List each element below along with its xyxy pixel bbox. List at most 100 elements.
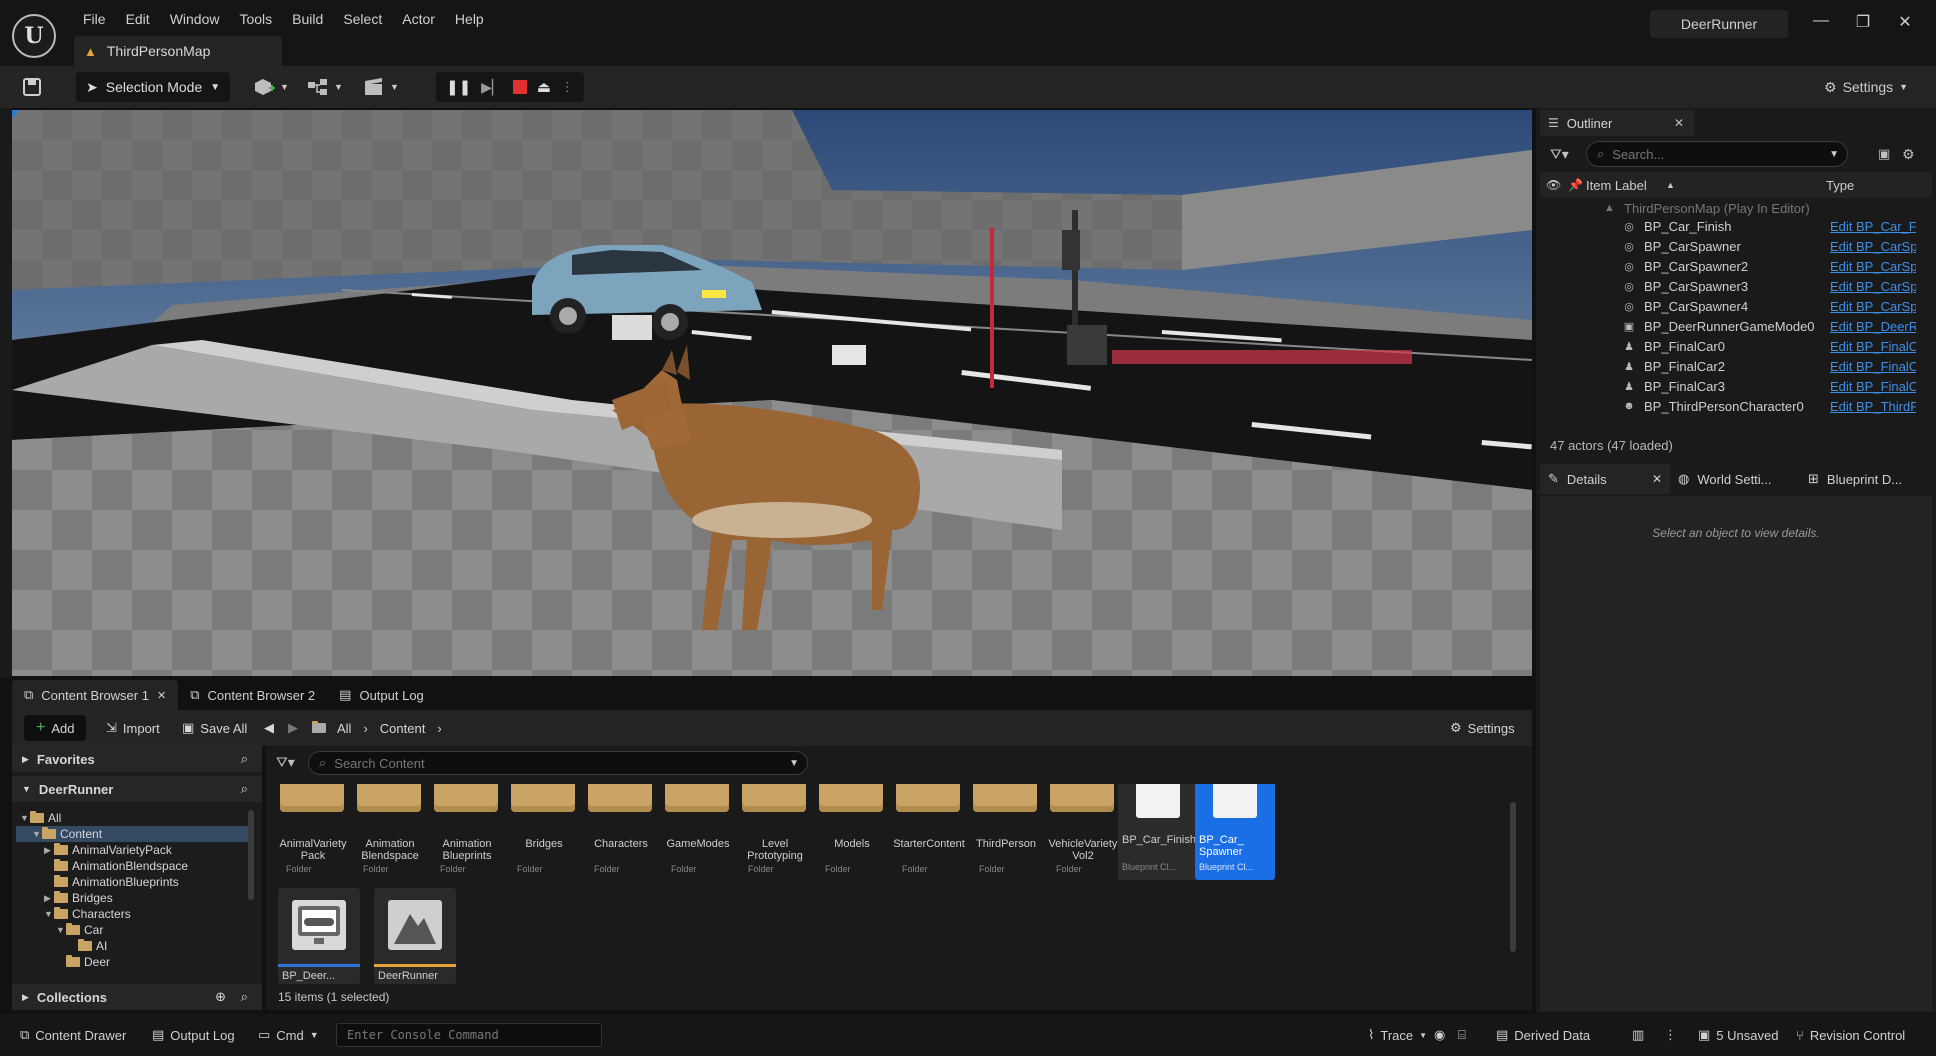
tab-world-settings[interactable]: ◍ World Setti...	[1670, 464, 1800, 494]
chevron-right-icon[interactable]: ▶	[44, 845, 54, 856]
blueprint-menu-button[interactable]: ▼	[306, 72, 343, 102]
blueprint-tile[interactable]: BP_Car_Finish Blueprint Cl...	[1118, 784, 1198, 880]
content-drawer-button[interactable]: ⧉ Content Drawer	[20, 1022, 126, 1048]
chevron-right-icon[interactable]: ▶	[44, 893, 54, 904]
stop-icon[interactable]	[512, 80, 527, 94]
eye-icon[interactable]: 👁	[1546, 178, 1561, 192]
add-collection-icon[interactable]: ⊕	[215, 989, 226, 1005]
unsaved-button[interactable]: ▣ 5 Unsaved	[1698, 1022, 1778, 1048]
tab-content-browser-1[interactable]: ⧉ Content Browser 1 ✕	[12, 680, 179, 710]
outliner-row-type-link[interactable]: Edit BP_CarSp	[1830, 279, 1916, 294]
outliner-row[interactable]: ◎ BP_Car_Finish Edit BP_Car_Fi	[1540, 216, 1920, 236]
menu-edit[interactable]: Edit	[117, 9, 159, 29]
more-options-icon[interactable]: ⋮	[561, 79, 574, 95]
close-icon[interactable]: ✕	[1652, 472, 1662, 486]
outliner-row[interactable]: ◎ BP_CarSpawner4 Edit BP_CarSp	[1540, 296, 1920, 316]
level-tab[interactable]: ▲ ThirdPersonMap	[74, 36, 282, 66]
outliner-root[interactable]: ▲ ThirdPersonMap (Play In Editor)	[1540, 200, 1920, 216]
search-icon[interactable]: ⌕	[241, 781, 248, 797]
outliner-row-type-link[interactable]: Edit BP_DeerR	[1830, 319, 1916, 334]
type-column[interactable]: Type	[1826, 178, 1854, 193]
asset-tile[interactable]: BP_Deer...	[278, 888, 360, 984]
outliner-row-type-link[interactable]: Edit BP_ThirdF	[1830, 399, 1916, 414]
filter-icon[interactable]: ⛛▾	[276, 754, 295, 771]
menu-select[interactable]: Select	[334, 9, 391, 29]
toolbar-settings-button[interactable]: ⚙ Settings ▼	[1824, 72, 1908, 102]
more-options-icon[interactable]: ⋮	[1664, 1022, 1677, 1048]
tab-blueprint-details[interactable]: ⊞ Blueprint D...	[1800, 464, 1930, 494]
pin-icon[interactable]: 📌	[1568, 178, 1583, 192]
folder-tile[interactable]: GameModes Folder	[659, 784, 737, 904]
outliner-tab[interactable]: ☰ Outliner ✕	[1540, 110, 1694, 136]
outliner-row[interactable]: ▣ BP_DeerRunnerGameMode0 Edit BP_DeerR	[1540, 316, 1920, 336]
menu-build[interactable]: Build	[283, 9, 332, 29]
chevron-right-icon[interactable]: ›	[437, 721, 441, 736]
outliner-row[interactable]: ◎ BP_CarSpawner3 Edit BP_CarSp	[1540, 276, 1920, 296]
outliner-row[interactable]: ◎ BP_CarSpawner Edit BP_CarSp	[1540, 236, 1920, 256]
history-back-icon[interactable]: ◀	[264, 715, 274, 741]
filter-icon[interactable]: ⛛▾	[1550, 146, 1569, 163]
outliner-row-type-link[interactable]: Edit BP_FinalC	[1830, 379, 1916, 394]
chevron-down-icon[interactable]: ▼	[32, 829, 42, 839]
source-control-graph-icon[interactable]: ▥	[1632, 1022, 1644, 1048]
outliner-row[interactable]: ♟ BP_FinalCar0 Edit BP_FinalC	[1540, 336, 1920, 356]
tree-node[interactable]: Deer	[16, 954, 252, 970]
item-label-column[interactable]: Item Label	[1586, 178, 1647, 193]
folder-tile[interactable]: Bridges Folder	[505, 784, 583, 904]
console-input[interactable]: Enter Console Command	[336, 1023, 602, 1047]
unreal-logo-icon[interactable]: U	[12, 14, 56, 58]
content-search-input[interactable]: ⌕ Search Content ▼	[308, 751, 808, 775]
folder-tile[interactable]: ThirdPerson Folder	[967, 784, 1045, 904]
folder-icon[interactable]	[312, 715, 330, 741]
revision-control-button[interactable]: ⑂ Revision Control	[1796, 1022, 1905, 1048]
breadcrumb-all[interactable]: All	[337, 721, 351, 736]
tree-node[interactable]: ▼ Car	[16, 922, 252, 938]
step-frame-icon[interactable]: ▶▏	[481, 79, 503, 96]
camera-icon[interactable]: ⌸	[1458, 1022, 1466, 1048]
tree-node[interactable]: ▼ All	[16, 810, 252, 826]
cmd-dropdown[interactable]: ▭ Cmd ▼	[258, 1022, 319, 1048]
folder-tile[interactable]: Animation Blueprints Folder	[428, 784, 506, 904]
eject-icon[interactable]: ⏏	[537, 78, 551, 96]
breadcrumb-content[interactable]: Content	[380, 721, 426, 736]
selection-mode-dropdown[interactable]: ➤ Selection Mode ▼	[76, 72, 231, 102]
menu-actor[interactable]: Actor	[393, 9, 444, 29]
tree-node[interactable]: AnimationBlendspace	[16, 858, 252, 874]
menu-tools[interactable]: Tools	[230, 9, 281, 29]
close-icon[interactable]: ✕	[1674, 116, 1684, 130]
outliner-row[interactable]: ♟ BP_FinalCar3 Edit BP_FinalC	[1540, 376, 1920, 396]
tab-output-log[interactable]: ▤ Output Log	[327, 680, 436, 710]
menu-window[interactable]: Window	[161, 9, 229, 29]
outliner-row[interactable]: ♟ BP_FinalCar2 Edit BP_FinalC	[1540, 356, 1920, 376]
gear-icon[interactable]: ⚙	[1902, 146, 1915, 163]
chevron-down-icon[interactable]: ▼	[44, 909, 54, 919]
collections-header[interactable]: ▶ Collections ⊕ ⌕	[12, 984, 262, 1010]
tree-node[interactable]: ▶ Bridges	[16, 890, 252, 906]
search-icon[interactable]: ⌕	[241, 751, 248, 767]
outliner-row-type-link[interactable]: Edit BP_FinalC	[1830, 359, 1916, 374]
trace-button[interactable]: ⌇ Trace ▼	[1368, 1022, 1427, 1048]
tree-node[interactable]: AI	[16, 938, 252, 954]
chevron-down-icon[interactable]: ▼	[56, 925, 66, 935]
tab-content-browser-2[interactable]: ⧉ Content Browser 2	[178, 680, 327, 710]
outliner-row[interactable]: ☻ BP_ThirdPersonCharacter0 Edit BP_ThirdF	[1540, 396, 1920, 416]
add-button[interactable]: + Add	[24, 715, 87, 741]
output-log-button[interactable]: ▤ Output Log	[152, 1022, 235, 1048]
minimize-icon[interactable]: —	[1800, 12, 1842, 32]
folder-tile[interactable]: VehicleVariety Vol2 Folder	[1044, 784, 1122, 904]
folder-tile[interactable]: Characters Folder	[582, 784, 660, 904]
chevron-down-icon[interactable]: ▼	[20, 813, 30, 823]
tree-node[interactable]: ▶ AnimalVarietyPack	[16, 842, 252, 858]
outliner-row-type-link[interactable]: Edit BP_CarSp	[1830, 299, 1916, 314]
pause-icon[interactable]: ❚❚	[446, 78, 471, 96]
save-all-button[interactable]: ▣ Save All	[182, 715, 247, 741]
record-icon[interactable]: ◉	[1434, 1022, 1445, 1048]
outliner-row-type-link[interactable]: Edit BP_CarSp	[1830, 259, 1916, 274]
menu-help[interactable]: Help	[446, 9, 493, 29]
tree-node[interactable]: ▼ Content	[16, 826, 252, 842]
asset-scrollbar[interactable]	[1510, 802, 1516, 952]
outliner-row-type-link[interactable]: Edit BP_FinalC	[1830, 339, 1916, 354]
project-header[interactable]: ▼ DeerRunner ⌕	[12, 776, 262, 802]
search-icon[interactable]: ⌕	[241, 989, 248, 1005]
outliner-row-type-link[interactable]: Edit BP_CarSp	[1830, 239, 1916, 254]
